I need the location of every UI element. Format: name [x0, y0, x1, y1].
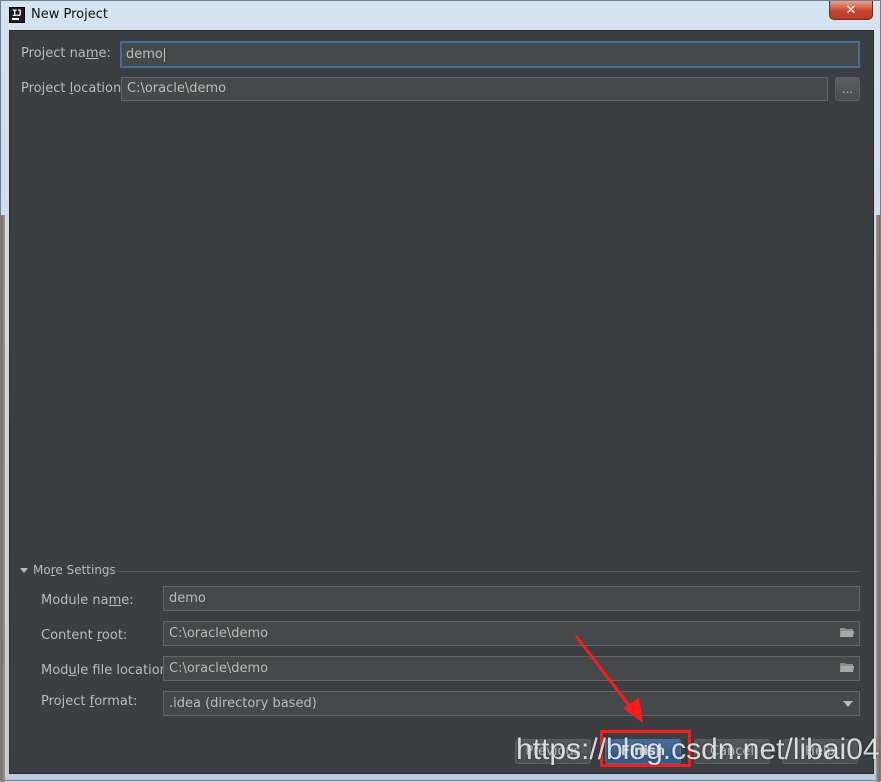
watermark-url: https://blog.csdn.net/libai0424 — [516, 733, 881, 766]
project-location-input[interactable]: C:\oracle\demo — [121, 77, 828, 101]
folder-icon[interactable] — [840, 662, 854, 673]
project-name-label: Project name: — [21, 46, 111, 61]
browse-location-button[interactable]: ... — [835, 77, 860, 101]
intellij-app-icon: IJ — [9, 7, 25, 23]
window-close-button[interactable]: ✕ — [829, 1, 873, 20]
window-title: New Project — [31, 7, 108, 22]
project-location-label: Project location: — [21, 81, 126, 96]
project-format-select[interactable]: .idea (directory based) — [163, 691, 860, 716]
folder-icon[interactable] — [840, 627, 854, 638]
content-root-input[interactable]: C:\oracle\demo — [163, 621, 860, 646]
module-file-location-input[interactable]: C:\oracle\demo — [163, 656, 860, 681]
more-settings-toggle[interactable]: More Settings — [33, 563, 116, 577]
module-name-input[interactable]: demo — [163, 586, 860, 611]
project-name-value: demo — [126, 47, 163, 62]
module-file-location-label: Module file location: — [41, 663, 173, 678]
content-root-value: C:\oracle\demo — [169, 626, 269, 641]
project-name-input[interactable]: demo — [120, 41, 860, 68]
content-root-label: Content root: — [41, 628, 128, 643]
title-bar[interactable]: IJ New Project ✕ — [1, 1, 880, 29]
project-format-label: Project format: — [41, 694, 138, 709]
project-format-value: .idea (directory based) — [169, 696, 317, 711]
more-settings-divider — [113, 571, 860, 572]
module-name-label: Module name: — [41, 593, 134, 608]
module-file-location-value: C:\oracle\demo — [169, 661, 269, 676]
chevron-down-icon — [843, 701, 853, 707]
new-project-window: IJ New Project ✕ Project name: demo Proj… — [0, 0, 881, 782]
window-edge-right — [876, 215, 880, 782]
dialog-content: Project name: demo Project location: C:\… — [9, 30, 874, 774]
annotation-arrow-icon — [574, 635, 643, 723]
collapse-triangle-icon[interactable] — [20, 568, 28, 573]
window-edge-left — [1, 215, 5, 782]
